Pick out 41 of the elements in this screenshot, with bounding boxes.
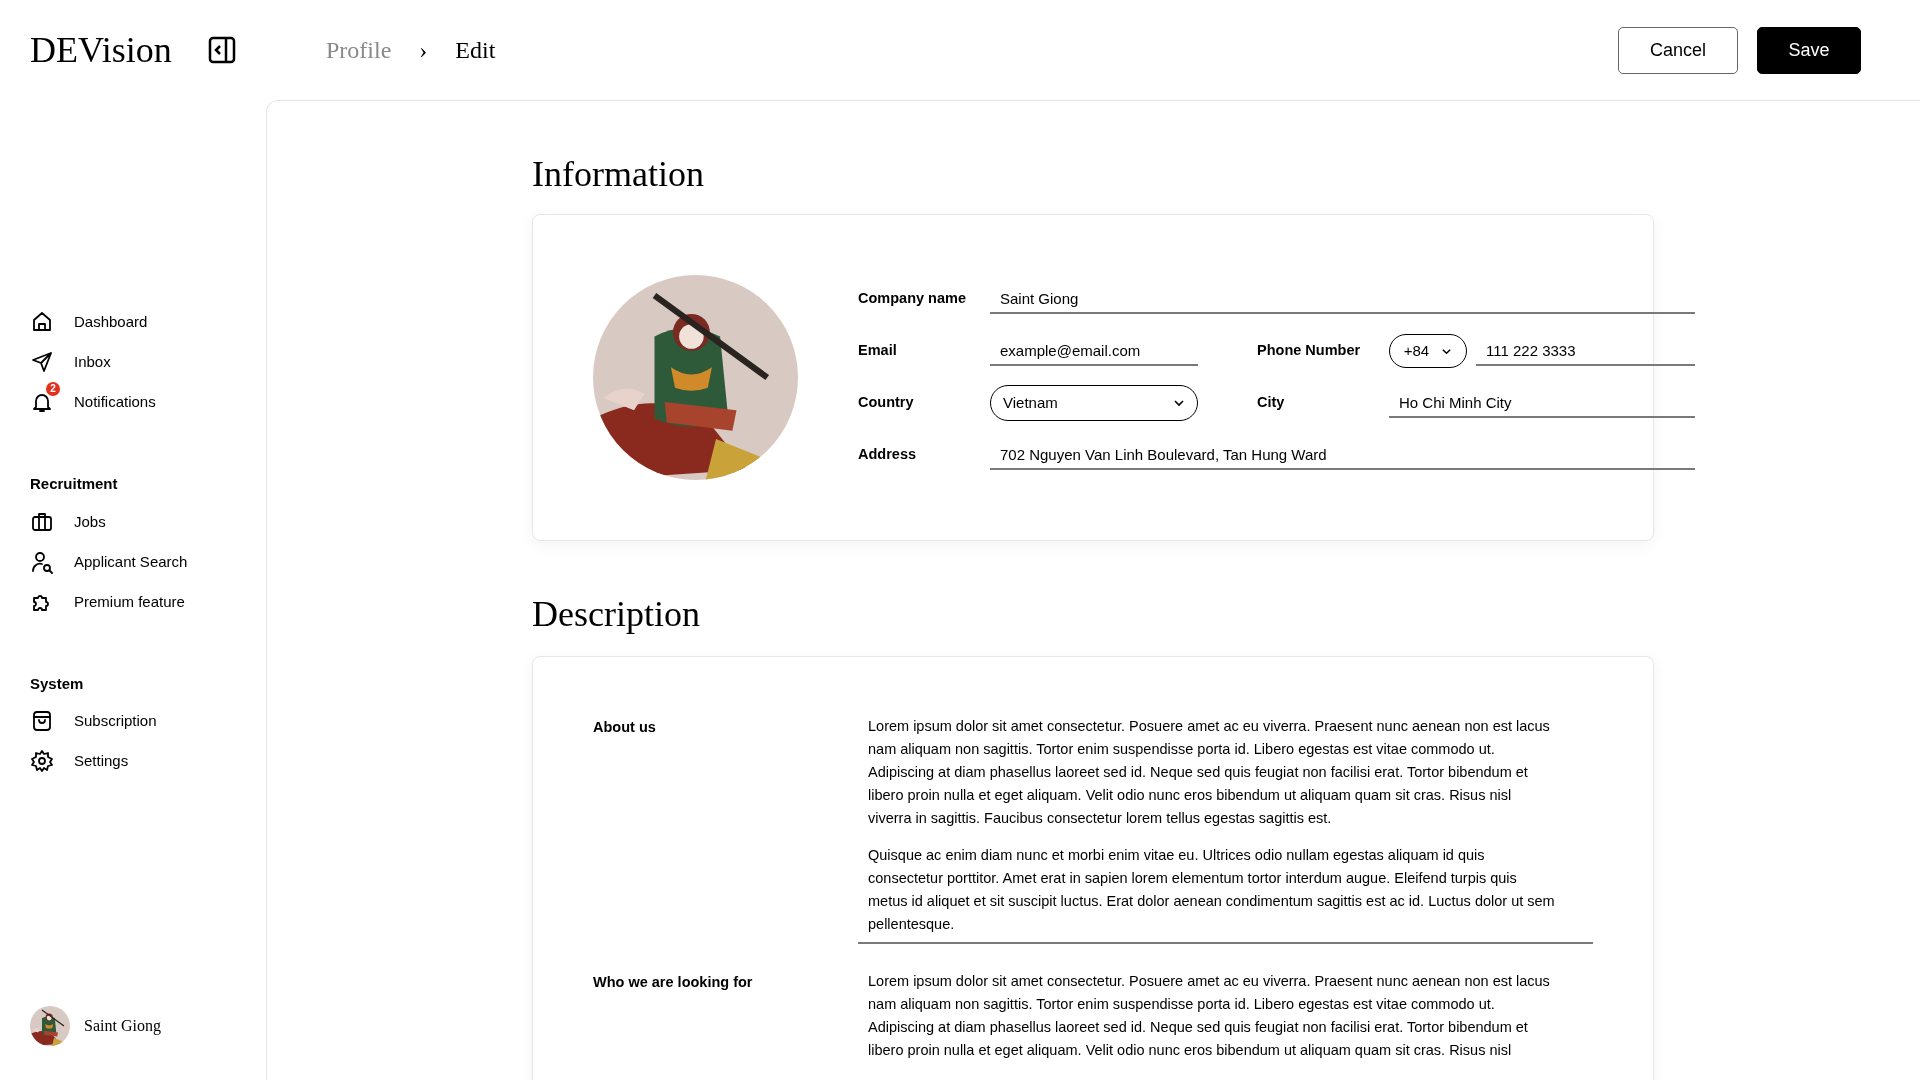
section-title: Description xyxy=(532,596,701,632)
field-label: Phone Number xyxy=(1257,341,1362,361)
input-field[interactable]: example@email.com xyxy=(990,336,1198,366)
sidebar-item[interactable]: Dashboard xyxy=(74,310,148,334)
sidebar-item[interactable]: Applicant Search xyxy=(74,549,188,574)
save-button[interactable]: Save xyxy=(1757,26,1861,74)
field-label: Email xyxy=(858,341,898,361)
sidebar-item[interactable]: Premium feature xyxy=(74,589,185,614)
user-name: Saint Giong xyxy=(84,1016,161,1037)
home-icon xyxy=(30,310,54,334)
section-title: Information xyxy=(532,156,705,192)
sidebar-item[interactable]: Settings xyxy=(74,749,129,773)
sidebar-item[interactable]: Inbox xyxy=(74,350,111,374)
collapse-sidebar-icon[interactable] xyxy=(207,36,236,64)
sidebar-item[interactable]: Subscription xyxy=(74,709,157,733)
logo: DEVision xyxy=(30,32,172,68)
breadcrumb-separator: › xyxy=(419,38,428,62)
field-label: Who we are looking for xyxy=(593,973,754,992)
field-label: City xyxy=(1257,393,1286,413)
field-label: Country xyxy=(858,393,915,413)
text-area[interactable]: Lorem ipsum dolor sit amet consectetur. Posuere amet ac eu viverra. Praesent nunc aenean non est lacus nam aliquam non sagittis. Tortor enim suspendisse porta id. Libero egestas est vitae commodo ut. Adipiscing at diam phasellus laoreet sed id. Neque sed quis feugiat non facilisi erat. Tortor bibendum et libero proin nulla et eget aliquam. Velit odio nunc eros bibendum ut aliquam quam sit cras. Risus nisl xyxy=(858,970,1593,1068)
phone-input[interactable]: 111 222 3333 xyxy=(1476,336,1695,366)
chevron-down-icon xyxy=(1173,397,1185,409)
sidebar-heading: System xyxy=(29,673,85,694)
sidebar-item[interactable]: Notifications xyxy=(74,390,156,414)
input-field[interactable]: Ho Chi Minh City xyxy=(1389,388,1695,418)
settings-icon xyxy=(30,749,54,773)
notification-badge: 2 xyxy=(46,382,60,396)
user-search-icon xyxy=(30,549,54,574)
text-area[interactable]: Lorem ipsum dolor sit amet consectetur. Posuere amet ac eu viverra. Praesent nunc aenean non est lacus nam aliquam non sagittis. Tortor enim suspendisse porta id. Libero egestas est vitae commodo ut. Adipiscing at diam phasellus laoreet sed id. Neque sed quis feugiat non facilisi erat. Tortor bibendum et libero proin nulla et eget aliquam. Velit odio nunc eros bibendum ut aliquam quam sit cras. Risus nisl viverra in sagittis. Faucibus consectetur lorem tellus egestas sagittis est. Quisque ac enim diam nunc et morbi enim vitae eu. Ultrices odio nullam egestas aliquam id quis consectetur porttitor. Amet erat in sapien lorem elementum tortor interdum augue. Eleifend turpis quis metus id aliquet et sit suscipit luctus. Erat dolor aenean condimentum sagittis est ac id. Luctus dolor ut sem pellentesque. xyxy=(858,715,1593,944)
input-field[interactable]: 702 Nguyen Van Linh Boulevard, Tan Hung Ward xyxy=(990,440,1695,470)
field-label: Company name xyxy=(858,289,967,309)
paper-plane-icon xyxy=(30,350,54,374)
input-field[interactable]: Saint Giong xyxy=(990,284,1695,314)
field-label: Address xyxy=(858,445,918,465)
sidebar-heading: Recruitment xyxy=(29,474,119,494)
field-label: About us xyxy=(593,718,657,737)
breadcrumb-item: Edit xyxy=(455,36,496,65)
bag-icon xyxy=(30,709,54,733)
cancel-button[interactable]: Cancel xyxy=(1618,26,1738,74)
sidebar-item[interactable]: Jobs xyxy=(74,509,106,534)
